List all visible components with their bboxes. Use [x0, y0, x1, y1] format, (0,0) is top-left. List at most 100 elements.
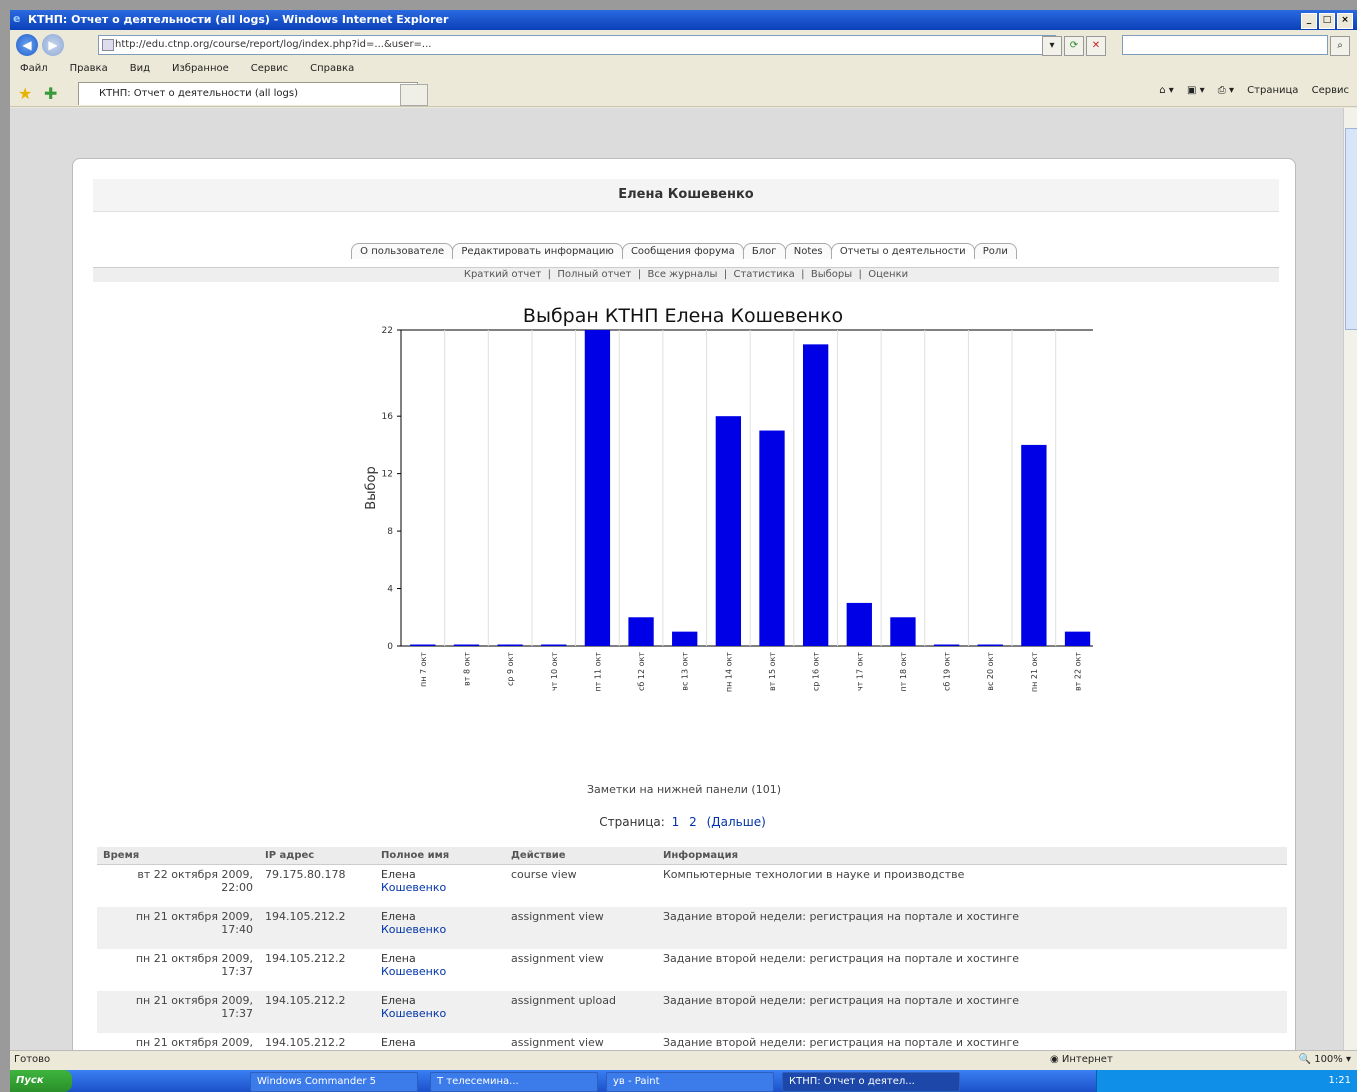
print-icon[interactable]: ⎙ ▾	[1218, 85, 1234, 96]
tab-profile[interactable]: О пользователе	[351, 243, 454, 259]
subtab-grades[interactable]: Оценки	[868, 269, 908, 280]
forward-button[interactable]: ▶	[42, 34, 64, 56]
taskbar-item-ie[interactable]: КТНП: Отчет о деятел...	[782, 1072, 960, 1092]
window-title: КТНП: Отчет о деятельности (all logs) - …	[28, 13, 449, 26]
start-button[interactable]: Пуск	[10, 1070, 72, 1092]
header-time[interactable]: Время	[97, 847, 259, 865]
cell-action[interactable]: assignment view	[505, 949, 657, 991]
first-name[interactable]: Елена	[381, 868, 499, 881]
pager-next-link[interactable]: (Дальше)	[707, 815, 766, 829]
address-row: ◀ ▶ http://edu.ctnp.org/course/report/lo…	[10, 32, 1357, 58]
header-info[interactable]: Информация	[657, 847, 1287, 865]
cell-fullname[interactable]: ЕленаКошевенко	[375, 907, 505, 949]
cell-action[interactable]: course view	[505, 864, 657, 907]
first-name[interactable]: Елена	[381, 910, 499, 923]
cell-time: пн 21 октября 2009, 17:37	[97, 949, 259, 991]
x-tick-label: пт 11 окт	[593, 652, 602, 692]
pager-page-1: 1	[671, 815, 680, 829]
bar	[890, 617, 916, 646]
taskbar-item-seminar[interactable]: Т телесемина...	[430, 1072, 598, 1092]
menu-tools[interactable]: Сервис	[251, 63, 288, 74]
table-row: пн 21 октября 2009, 17:37194.105.212.2Ел…	[97, 1033, 1287, 1050]
cell-info: Задание второй недели: регистрация на по…	[657, 907, 1287, 949]
menu-file[interactable]: Файл	[20, 63, 48, 74]
cell-action[interactable]: assignment view	[505, 1033, 657, 1050]
last-name[interactable]: Кошевенко	[381, 923, 499, 936]
chart-title: Выбран КТНП Елена Кошевенко	[522, 305, 844, 327]
bar	[584, 330, 611, 646]
menu-bar: Файл Правка Вид Избранное Сервис Справка	[10, 60, 1357, 78]
new-tab-button[interactable]	[400, 84, 428, 106]
cell-ip[interactable]: 194.105.212.2	[259, 991, 375, 1033]
favorites-star-icon[interactable]: ★	[18, 84, 32, 103]
scrollbar-thumb[interactable]	[1345, 128, 1357, 330]
x-tick-label: вт 22 окт	[1074, 652, 1083, 691]
maximize-button[interactable]: □	[1319, 13, 1335, 29]
x-tick-label: ср 16 окт	[812, 652, 821, 691]
tab-roles[interactable]: Роли	[973, 243, 1017, 259]
page-menu[interactable]: Страница	[1247, 85, 1298, 96]
close-button[interactable]: ×	[1337, 13, 1353, 29]
search-input[interactable]	[1122, 35, 1328, 55]
browser-tab-label: КТНП: Отчет о деятельности (all logs)	[99, 88, 298, 99]
cell-fullname[interactable]: ЕленаКошевенко	[375, 949, 505, 991]
zoom-control[interactable]: 🔍 100% ▾	[1299, 1051, 1351, 1069]
pager-page-2[interactable]: 2	[689, 815, 697, 829]
taskbar-item-commander[interactable]: Windows Commander 5	[250, 1072, 418, 1092]
tab-blog[interactable]: Блог	[742, 243, 786, 259]
tab-activity-reports[interactable]: Отчеты о деятельности	[830, 243, 975, 259]
last-name[interactable]: Кошевенко	[381, 881, 499, 894]
tab-notes[interactable]: Notes	[784, 243, 832, 259]
first-name[interactable]: Елена	[381, 1036, 499, 1049]
chart-svg: 0 4 8 12 16 22 Выбор пн 7 окт вт 8 окт ср 9 окт чт…	[364, 326, 1093, 692]
address-dropdown-button[interactable]: ▾	[1042, 36, 1062, 56]
tools-menu[interactable]: Сервис	[1312, 85, 1349, 96]
menu-view[interactable]: Вид	[130, 63, 150, 74]
tab-edit-profile[interactable]: Редактировать информацию	[452, 243, 623, 259]
menu-favorites[interactable]: Избранное	[172, 63, 229, 74]
bar	[672, 631, 698, 646]
cell-info: Задание второй недели: регистрация на по…	[657, 991, 1287, 1033]
subtab-complete[interactable]: Полный отчет	[557, 269, 631, 280]
address-field[interactable]: http://edu.ctnp.org/course/report/log/in…	[98, 35, 1056, 55]
subtab-choices[interactable]: Выборы	[811, 269, 852, 280]
search-icon[interactable]: ⌕	[1330, 36, 1350, 56]
cell-ip[interactable]: 194.105.212.2	[259, 949, 375, 991]
cell-fullname[interactable]: ЕленаКошевенко	[375, 1033, 505, 1050]
taskbar-item-paint[interactable]: ув - Paint	[606, 1072, 774, 1092]
x-tick-label: пн 21 окт	[1030, 652, 1039, 692]
last-name[interactable]: Кошевенко	[381, 965, 499, 978]
home-icon[interactable]: ⌂ ▾	[1159, 85, 1174, 96]
cell-fullname[interactable]: ЕленаКошевенко	[375, 864, 505, 907]
subtab-all-logs[interactable]: Все журналы	[647, 269, 717, 280]
first-name[interactable]: Елена	[381, 952, 499, 965]
pager-label: Страница:	[599, 815, 665, 829]
vertical-scrollbar[interactable]	[1343, 108, 1357, 1050]
minimize-button[interactable]: _	[1301, 13, 1317, 29]
browser-tab[interactable]: КТНП: Отчет о деятельности (all logs)	[78, 82, 418, 105]
stop-icon[interactable]: ✕	[1086, 36, 1106, 56]
cell-ip[interactable]: 194.105.212.2	[259, 907, 375, 949]
cell-action[interactable]: assignment upload	[505, 991, 657, 1033]
header-fullname[interactable]: Полное имя	[375, 847, 505, 865]
subtab-stats[interactable]: Статистика	[733, 269, 794, 280]
cell-action[interactable]: assignment view	[505, 907, 657, 949]
refresh-icon[interactable]: ⟳	[1064, 36, 1084, 56]
tab-forum-posts[interactable]: Сообщения форума	[621, 243, 744, 259]
header-ip[interactable]: IP адрес	[259, 847, 375, 865]
feeds-icon[interactable]: ▣ ▾	[1187, 85, 1205, 96]
menu-help[interactable]: Справка	[310, 63, 354, 74]
last-name[interactable]: Кошевенко	[381, 1007, 499, 1020]
first-name[interactable]: Елена	[381, 994, 499, 1007]
zone-label: Интернет	[1061, 1054, 1113, 1065]
back-button[interactable]: ◀	[16, 34, 38, 56]
header-action[interactable]: Действие	[505, 847, 657, 865]
menu-edit[interactable]: Правка	[70, 63, 108, 74]
taskbar: Пуск Windows Commander 5 Т телесемина...…	[10, 1070, 1357, 1092]
subtab-outline[interactable]: Краткий отчет	[464, 269, 541, 280]
cell-fullname[interactable]: ЕленаКошевенко	[375, 991, 505, 1033]
cell-ip[interactable]: 79.175.80.178	[259, 864, 375, 907]
add-favorite-icon[interactable]: ✚	[44, 84, 57, 103]
address-text: http://edu.ctnp.org/course/report/log/in…	[115, 39, 432, 50]
cell-ip[interactable]: 194.105.212.2	[259, 1033, 375, 1050]
